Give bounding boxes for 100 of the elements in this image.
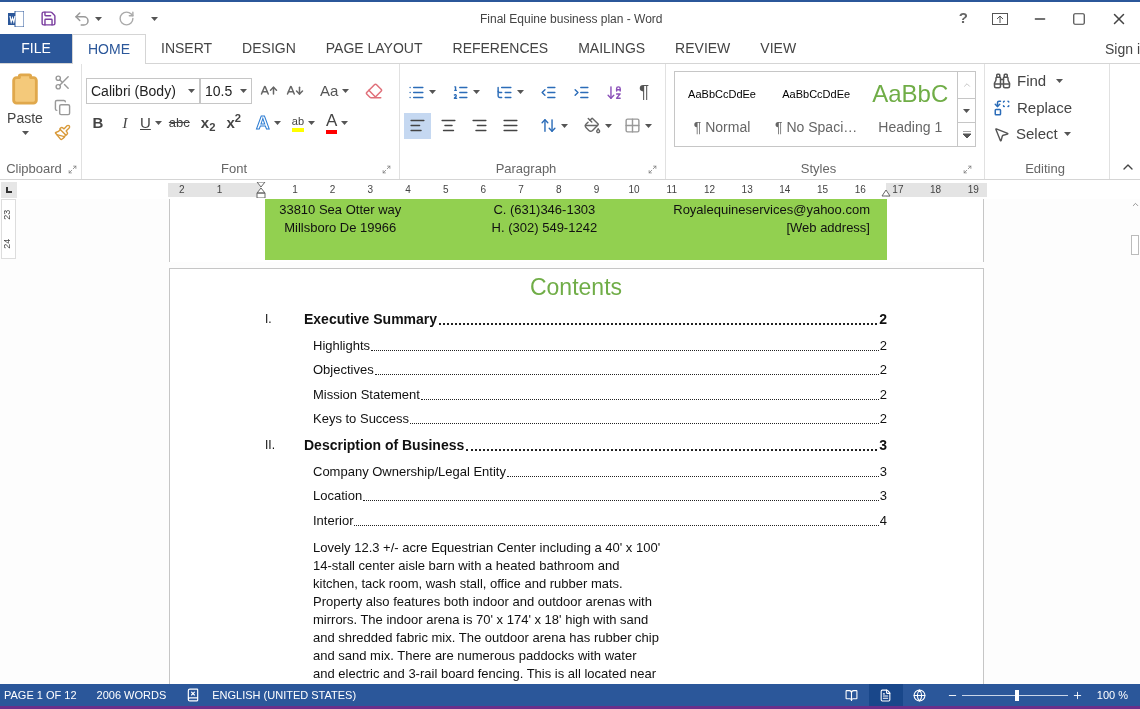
strikethrough-button[interactable]: abc [164,110,194,136]
find-button[interactable]: Find [993,70,1101,93]
toc-page-number: 3 [879,487,887,505]
dialog-launcher-icon[interactable] [68,164,77,174]
toc-page-number: 3 [879,462,887,481]
toc-entry[interactable]: Highlights [313,335,371,355]
ribbon-display-icon[interactable] [992,12,1008,25]
style-item[interactable]: AaBbC Heading 1 [863,72,958,146]
align-icon [440,117,457,134]
replace-button[interactable]: Replace [993,96,1101,119]
word-logo-icon[interactable] [8,10,24,27]
ruler-number: 18 [930,183,942,197]
select-button[interactable]: Select [993,123,1101,146]
toc-page-number: 4 [879,511,887,530]
right-indent-marker-icon[interactable] [881,189,891,197]
language-status[interactable]: ENGLISH (UNITED STATES) [212,686,357,704]
paste-button[interactable]: Paste [4,72,46,159]
phone-number: H. (302) 549-1242 [491,219,598,237]
italic-button[interactable]: I [113,110,137,136]
dropdown-caret-icon [308,121,315,125]
show-marks-button[interactable]: ¶ [635,78,654,107]
text-effects-button[interactable]: A [256,110,281,136]
binoculars-icon [993,72,1011,91]
superscript-button[interactable]: x$^{2}$ [222,110,246,136]
underline-button[interactable]: U [140,110,162,136]
dropdown-caret-icon [95,16,102,21]
zoom-level[interactable]: 100 % [1096,686,1128,704]
dialog-launcher-icon[interactable] [382,164,391,174]
window-title: Final Equine business plan - Word [480,10,663,28]
dialog-launcher-icon[interactable] [648,164,657,174]
contact-line: Royalequineservices@yahoo.com [673,201,870,219]
group-label: Paragraph [495,160,557,179]
ribbon-tab[interactable]: REFERENCES [437,34,564,63]
ruler-number: 9 [593,183,600,197]
alignment-button[interactable] [404,112,431,139]
highlight-button[interactable]: ab [291,110,315,136]
scrollbar-thumb[interactable] [1131,235,1139,255]
style-item[interactable]: AaBbCcDdEe ¶ No Spaci… [769,72,864,146]
ribbon-tab[interactable]: PAGE LAYOUT [310,34,438,63]
dialog-launcher-icon[interactable] [963,164,972,174]
ribbon-tab[interactable]: REVIEW [660,34,746,63]
toc-entry[interactable]: Objectives [313,360,374,380]
subscript-button[interactable]: x$_{2}$ [196,110,220,136]
toc-entry[interactable]: Company Ownership/Legal Entity [313,461,506,481]
body-paragraph: Lovely 12.3 +/- acre Equestrian Center including a 40' x 100' 14-stall center aisle barn with a heated bathroom and kitchen, tack room, wash stall, office and rubber mats. Property also features both indoor and outdoor arenas with mirrors. The indoor arena is 70' x 174' x 18' high with sand and shredded fabric mix. The outdoor arena has rubber chip and sand mix. There are numerous paddocks with water and electric and 3-rail board fencing. This is all located near [313,538,661,683]
zoom-slider-thumb[interactable] [1014,689,1019,701]
zoom-slider[interactable] [961,689,1068,701]
toc-entry[interactable]: Location [313,486,363,506]
page-count[interactable]: PAGE 1 OF 12 [4,686,77,704]
dropdown-caret-icon [21,131,29,135]
ruler-number: 6 [480,183,487,197]
undo-icon[interactable] [73,9,91,28]
font-name-dropdown[interactable]: Calibri (Body) [86,78,200,104]
toc-entry[interactable]: Executive Summary [304,308,438,330]
font-color-button[interactable]: A [326,110,349,136]
cut-icon[interactable] [54,74,71,91]
bold-button[interactable]: B [86,110,110,136]
change-case-button[interactable]: Aa [320,79,350,103]
view-button[interactable] [868,684,903,706]
sign-in-link[interactable]: Sign i [1104,39,1140,60]
indent-marker-icon[interactable] [256,181,266,198]
address-line: Millsboro De 19966 [284,219,397,237]
clear-formatting-icon[interactable] [365,82,384,100]
zoom-in-icon[interactable] [1071,689,1083,701]
save-icon[interactable] [40,10,57,27]
word-count[interactable]: 2006 WORDS [96,686,167,704]
contents-heading: Contents [529,273,623,302]
more-styles-icon[interactable] [962,131,971,138]
toc-entry[interactable]: Description of Business [304,434,465,456]
proofing-icon[interactable] [186,688,201,702]
toc-entry[interactable]: Keys to Success [313,409,410,429]
toc-page-number: 2 [879,361,887,379]
ruler-number: 11 [666,183,677,197]
ribbon-tab[interactable]: MAILINGS [563,34,661,63]
group-label: Font [221,160,247,179]
ruler-number: 4 [405,183,411,197]
maximize-icon[interactable] [1072,11,1086,26]
copy-icon[interactable] [54,99,71,116]
line-spacing-icon [540,117,557,134]
numbered-list-icon [452,83,469,101]
tab-selector[interactable] [1,181,17,198]
font-size-dropdown[interactable]: 10.5 [200,78,252,104]
dropdown-caret-icon [342,89,350,93]
web-view-icon [913,688,927,702]
align-icon [471,117,488,134]
sort-icon [606,83,623,101]
ruler-number: 14 [779,183,791,197]
ribbon-tab[interactable]: DESIGN [227,34,311,63]
ribbon-tab[interactable]: HOME [72,34,146,64]
ribbon-tab[interactable]: VIEW [745,34,812,63]
ruler-number: 5 [442,183,449,197]
ruler-number: 16 [854,183,866,197]
dropdown-caret-icon [273,121,281,125]
toc-number: II. [265,437,276,454]
file-tab[interactable]: FILE [0,34,72,63]
help-button[interactable]: ? [958,7,968,30]
toc-entry[interactable]: Mission Statement [313,384,420,404]
toc-entry[interactable]: Interior [313,510,354,530]
ribbon-tab[interactable]: INSERT [146,34,228,63]
style-item[interactable]: AaBbCcDdEe ¶ Normal [675,72,770,146]
